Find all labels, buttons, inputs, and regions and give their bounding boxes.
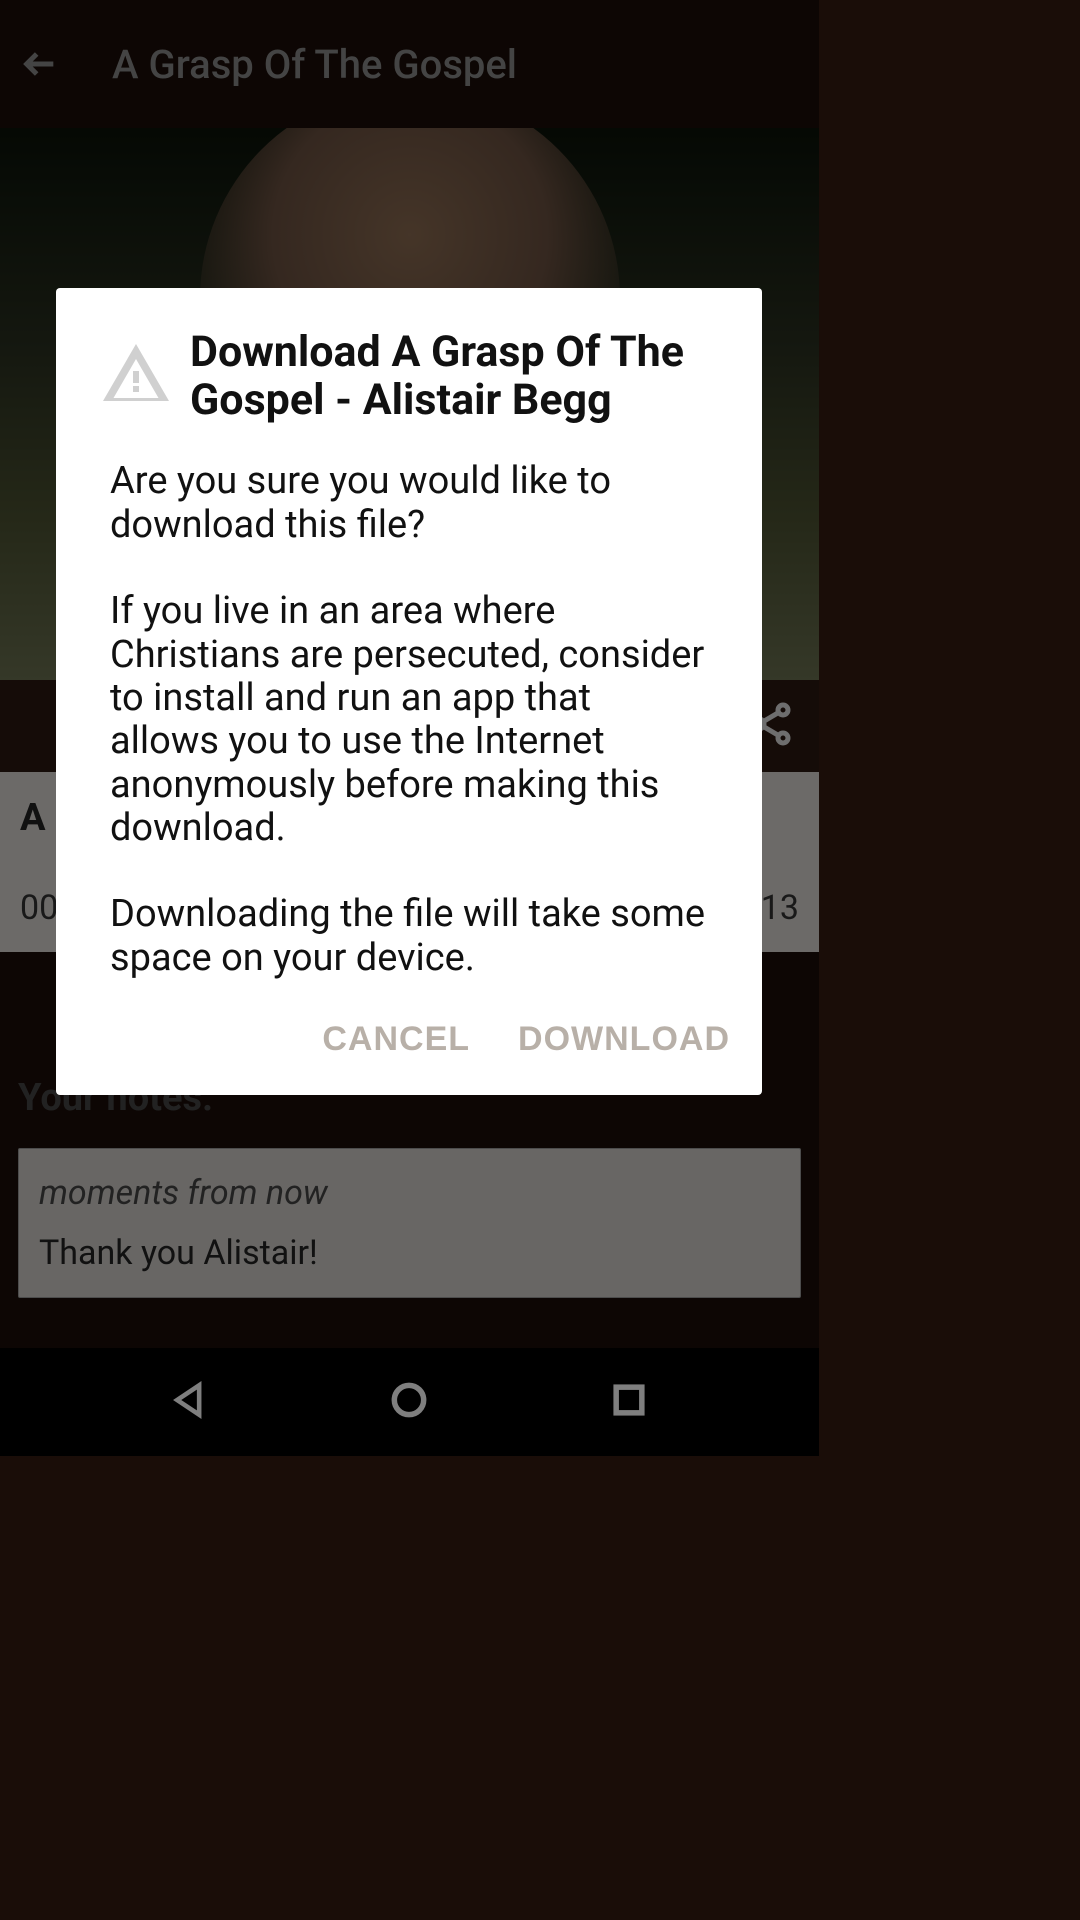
download-button[interactable]: DOWNLOAD [518,1020,730,1059]
dialog-body: Are you sure you would like to download … [56,448,762,1008]
cancel-button[interactable]: CANCEL [322,1020,470,1059]
dialog-header: Download A Grasp Of The Gospel - Alistai… [56,328,762,448]
dialog-title: Download A Grasp Of The Gospel - Alistai… [190,328,718,424]
warning-icon [100,338,172,410]
download-dialog: Download A Grasp Of The Gospel - Alistai… [56,288,762,1095]
dialog-actions: CANCEL DOWNLOAD [56,1008,762,1095]
